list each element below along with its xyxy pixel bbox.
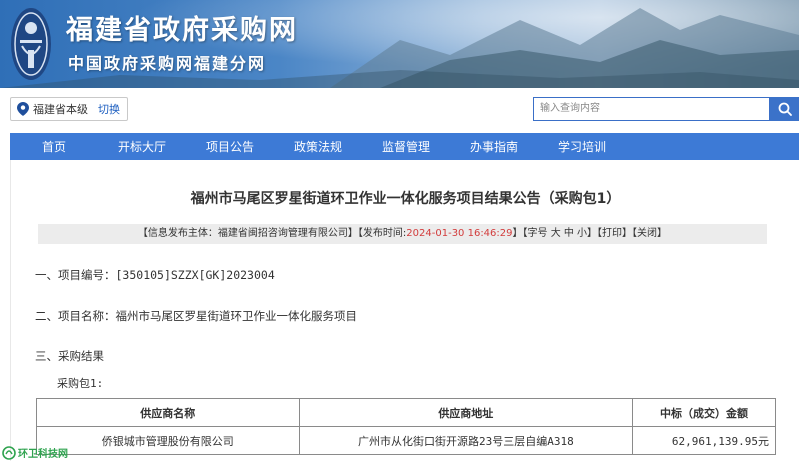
location-pin-icon: [17, 102, 29, 116]
table-row: 侨银城市管理股份有限公司 广州市从化街口街开源路23号三层自编A318 62,9…: [36, 426, 776, 455]
watermark: 环卫科技网: [2, 444, 68, 461]
nav-item-policies[interactable]: 政策法规: [274, 138, 362, 155]
location-switch-link[interactable]: 切换: [98, 101, 120, 117]
site-subtitle: 中国政府采购网福建分网: [68, 54, 267, 73]
cell-supplier-address: 广州市从化街口街开源路23号三层自编A318: [298, 426, 634, 455]
header-supplier-address: 供应商地址: [298, 398, 634, 427]
document-title: 福州市马尾区罗星街道环卫作业一体化服务项目结果公告（采购包1）: [190, 191, 621, 207]
emblem-logo-icon: [11, 8, 51, 80]
cell-bid-amount: 62,961,139.95元: [632, 426, 776, 455]
package-label: 采购包1:: [57, 377, 104, 390]
header-bid-amount: 中标（成交）金额: [632, 398, 776, 427]
document-content: 福州市马尾区罗星街道环卫作业一体化服务项目结果公告（采购包1） 【信息发布主体：…: [10, 160, 799, 461]
info-suffix[interactable]: 】【字号 大 中 小】【打印】【关闭】: [513, 228, 668, 239]
results-table: 供应商名称 供应商地址 中标（成交）金额 侨银城市管理股份有限公司 广州市从化街…: [36, 398, 776, 455]
nav-item-announcements[interactable]: 项目公告: [186, 138, 274, 155]
nav-item-guide[interactable]: 办事指南: [450, 138, 538, 155]
nav-item-supervision[interactable]: 监督管理: [362, 138, 450, 155]
search-button[interactable]: [770, 97, 799, 121]
section-project-name: 二、项目名称：福州市马尾区罗星街道环卫作业一体化服务项目: [35, 309, 357, 323]
nav-item-training[interactable]: 学习培训: [538, 138, 626, 155]
section-results-heading: 三、采购结果: [35, 349, 104, 363]
location-region: 福建省本级: [33, 103, 88, 116]
publish-time: 2024-01-30 16:46:29: [406, 228, 513, 239]
info-prefix: 【信息发布主体：福建省闽招咨询管理有限公司】【发布时间:: [137, 228, 407, 239]
main-nav: 首页 开标大厅 项目公告 政策法规 监督管理 办事指南 学习培训: [10, 133, 799, 160]
watermark-text: 环卫科技网: [18, 449, 68, 460]
cell-supplier-name: 侨银城市管理股份有限公司: [36, 426, 300, 455]
header-banner: 福建省政府采购网 中国政府采购网福建分网: [0, 0, 799, 88]
location-selector: 福建省本级 切换: [10, 97, 128, 121]
site-title: 福建省政府采购网: [66, 15, 298, 46]
table-header-row: 供应商名称 供应商地址 中标（成交）金额: [36, 398, 776, 427]
section-project-number: 一、项目编号：[350105]SZZX[GK]2023004: [35, 268, 275, 282]
nav-item-home[interactable]: 首页: [10, 138, 98, 155]
nav-item-bid-hall[interactable]: 开标大厅: [98, 138, 186, 155]
search-icon: [778, 102, 792, 116]
header-supplier-name: 供应商名称: [36, 398, 300, 427]
watermark-logo-icon: [2, 445, 16, 460]
search-input[interactable]: 输入查询内容: [533, 97, 770, 121]
info-bar: 【信息发布主体：福建省闽招咨询管理有限公司】【发布时间:2024-01-30 1…: [38, 224, 767, 244]
